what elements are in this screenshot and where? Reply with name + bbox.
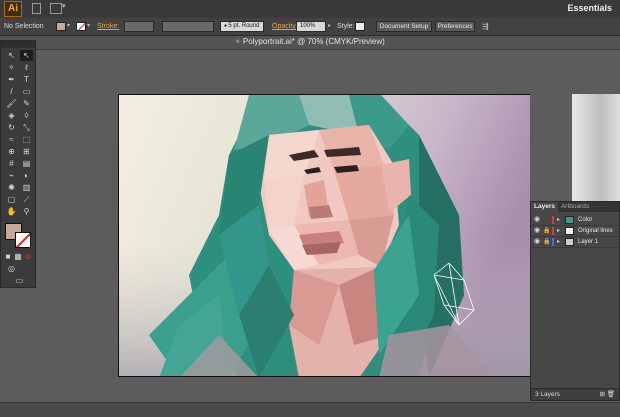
rotate-tool-icon[interactable]: ↻ — [5, 122, 18, 133]
layers-panel-footer: 3 Layers ⊞ 🗑 — [531, 388, 619, 400]
selection-tool-icon[interactable]: ↖ — [5, 50, 18, 61]
brush-label: 5 pt. Round — [228, 23, 260, 29]
layer-name[interactable]: Color — [578, 215, 592, 225]
style-swatch[interactable] — [355, 22, 365, 31]
lock-icon[interactable]: 🔒 — [543, 227, 550, 235]
stroke-dropdown-icon[interactable]: ▾ — [87, 18, 90, 35]
pen-tool-icon[interactable]: ✒ — [5, 74, 18, 85]
pencil-tool-icon[interactable]: ✎ — [20, 98, 33, 109]
tools-panel: ↖ ↖ ✧ ℓ ✒ T / ▭ 🖌 ✎ ◈ ◊ ↻ ⤡ ≈ ⬚ ⊕ ⊞ # ▤ … — [0, 40, 36, 288]
layer-color-bar — [552, 216, 554, 224]
opacity-arrow-icon[interactable]: ▸ — [328, 18, 331, 35]
type-tool-icon[interactable]: T — [20, 74, 33, 85]
layer-color-bar — [552, 238, 554, 246]
visibility-eye-icon[interactable]: ◉ — [534, 237, 540, 247]
fill-swatch[interactable] — [56, 22, 66, 31]
eraser-tool-icon[interactable]: ◊ — [20, 110, 33, 121]
none-slash-icon — [77, 23, 85, 30]
adjacent-artboard[interactable] — [572, 94, 620, 214]
zoom-tool-icon[interactable]: ⚲ — [20, 206, 33, 217]
scale-tool-icon[interactable]: ⤡ — [20, 122, 33, 133]
hand-tool-icon[interactable]: ✋ — [5, 206, 18, 217]
stroke-color-box[interactable] — [15, 232, 31, 248]
expand-arrow-icon[interactable]: ▸ — [557, 237, 560, 247]
stroke-weight-field[interactable] — [124, 21, 154, 32]
layer-thumbnail — [565, 238, 574, 246]
mesh-tool-icon[interactable]: # — [5, 158, 18, 169]
delete-layer-icon[interactable]: 🗑 — [607, 389, 615, 401]
shape-builder-tool-icon[interactable]: ⊕ — [5, 146, 18, 157]
width-tool-icon[interactable]: ≈ — [5, 134, 18, 145]
polyportrait-artwork — [119, 95, 530, 376]
slice-tool-icon[interactable]: ⟋ — [20, 194, 33, 205]
visibility-eye-icon[interactable]: ◉ — [534, 215, 540, 225]
visibility-eye-icon[interactable]: ◉ — [534, 226, 540, 236]
symbol-sprayer-tool-icon[interactable]: ✺ — [5, 182, 18, 193]
artboard[interactable] — [118, 94, 530, 377]
arrange-documents-icon[interactable] — [50, 3, 62, 14]
lasso-tool-icon[interactable]: ℓ — [20, 62, 33, 73]
color-mode-icon[interactable]: ■ — [4, 251, 12, 262]
dropdown-arrow-icon[interactable]: ▾ — [62, 2, 66, 10]
layer-row[interactable]: ◉ ▸ Color — [531, 215, 619, 226]
direct-selection-tool-icon[interactable]: ↖ — [20, 50, 33, 61]
blend-tool-icon[interactable]: ◐ — [20, 170, 33, 181]
layer-name[interactable]: Layer 1 — [578, 237, 598, 247]
screen-mode-icon[interactable]: ▭ — [13, 275, 26, 286]
free-transform-tool-icon[interactable]: ⬚ — [20, 134, 33, 145]
preferences-button[interactable]: Preferences — [435, 21, 475, 32]
opacity-field[interactable]: 100% — [296, 21, 326, 32]
layers-panel-tabs: Layers Artboards — [531, 202, 619, 212]
expand-arrow-icon[interactable]: ▸ — [557, 226, 560, 236]
column-graph-tool-icon[interactable]: ▥ — [20, 182, 33, 193]
document-setup-button[interactable]: Document Setup — [376, 21, 432, 32]
new-layer-icon[interactable]: ⊞ — [600, 389, 605, 401]
selection-status: No Selection — [4, 23, 44, 30]
layer-count: 3 Layers — [535, 391, 560, 398]
layer-row[interactable]: ◉ 🔒 ▸ Layer 1 — [531, 237, 619, 248]
document-title: Polyportrait.ai* @ 70% (CMYK/Preview) — [242, 37, 385, 46]
paintbrush-tool-icon[interactable]: 🖌 — [5, 98, 18, 109]
document-tab-bar: × Polyportrait.ai* @ 70% (CMYK/Preview) — [0, 36, 620, 50]
bridge-icon[interactable] — [32, 3, 41, 14]
close-tab-icon[interactable]: × — [235, 37, 240, 46]
layer-thumbnail — [565, 227, 574, 235]
variable-width-profile[interactable] — [162, 21, 214, 32]
expand-arrow-icon[interactable]: ▸ — [557, 215, 560, 225]
eyedropper-tool-icon[interactable]: ⌁ — [5, 170, 18, 181]
fill-dropdown-icon[interactable]: ▾ — [67, 18, 70, 35]
layer-name[interactable]: Original lines — [578, 226, 613, 236]
perspective-grid-tool-icon[interactable]: ⊞ — [20, 146, 33, 157]
gradient-mode-icon[interactable]: ▦ — [14, 251, 22, 262]
style-label: Style: — [337, 23, 355, 30]
lock-toggle[interactable] — [543, 216, 550, 224]
lock-icon[interactable]: 🔒 — [543, 238, 550, 246]
layers-panel: Layers Artboards ◉ ▸ Color ◉ 🔒 ▸ Original… — [530, 201, 620, 401]
blob-brush-tool-icon[interactable]: ◈ — [5, 110, 18, 121]
line-tool-icon[interactable]: / — [5, 86, 18, 97]
drawing-mode-icon[interactable]: ◎ — [5, 263, 18, 274]
none-mode-icon[interactable]: ⊘ — [24, 251, 32, 262]
tab-artboards[interactable]: Artboards — [558, 202, 592, 212]
artboard-tool-icon[interactable]: ▢ — [5, 194, 18, 205]
stroke-swatch[interactable] — [76, 22, 86, 31]
control-bar: No Selection ▾ ▾ Stroke: ● 5 pt. Round O… — [0, 18, 620, 36]
workspace-switcher[interactable]: Essentials — [567, 3, 612, 13]
menu-bar: Ai ▾ Essentials — [0, 0, 620, 19]
gradient-tool-icon[interactable]: ▤ — [20, 158, 33, 169]
status-bar — [0, 402, 620, 417]
tools-panel-header[interactable] — [1, 41, 35, 48]
stroke-label[interactable]: Stroke: — [97, 18, 119, 35]
tab-layers[interactable]: Layers — [531, 202, 558, 212]
app-logo: Ai — [4, 1, 22, 17]
rectangle-tool-icon[interactable]: ▭ — [20, 86, 33, 97]
document-tab[interactable]: × Polyportrait.ai* @ 70% (CMYK/Preview) — [0, 37, 620, 46]
magic-wand-tool-icon[interactable]: ✧ — [5, 62, 18, 73]
brush-definition[interactable]: ● 5 pt. Round — [220, 21, 264, 32]
layer-row[interactable]: ◉ 🔒 ▸ Original lines — [531, 226, 619, 237]
layer-color-bar — [552, 227, 554, 235]
layer-thumbnail — [565, 216, 574, 224]
arrange-icon[interactable]: ⇶ — [482, 18, 489, 35]
opacity-label[interactable]: Opacity: — [272, 18, 298, 35]
